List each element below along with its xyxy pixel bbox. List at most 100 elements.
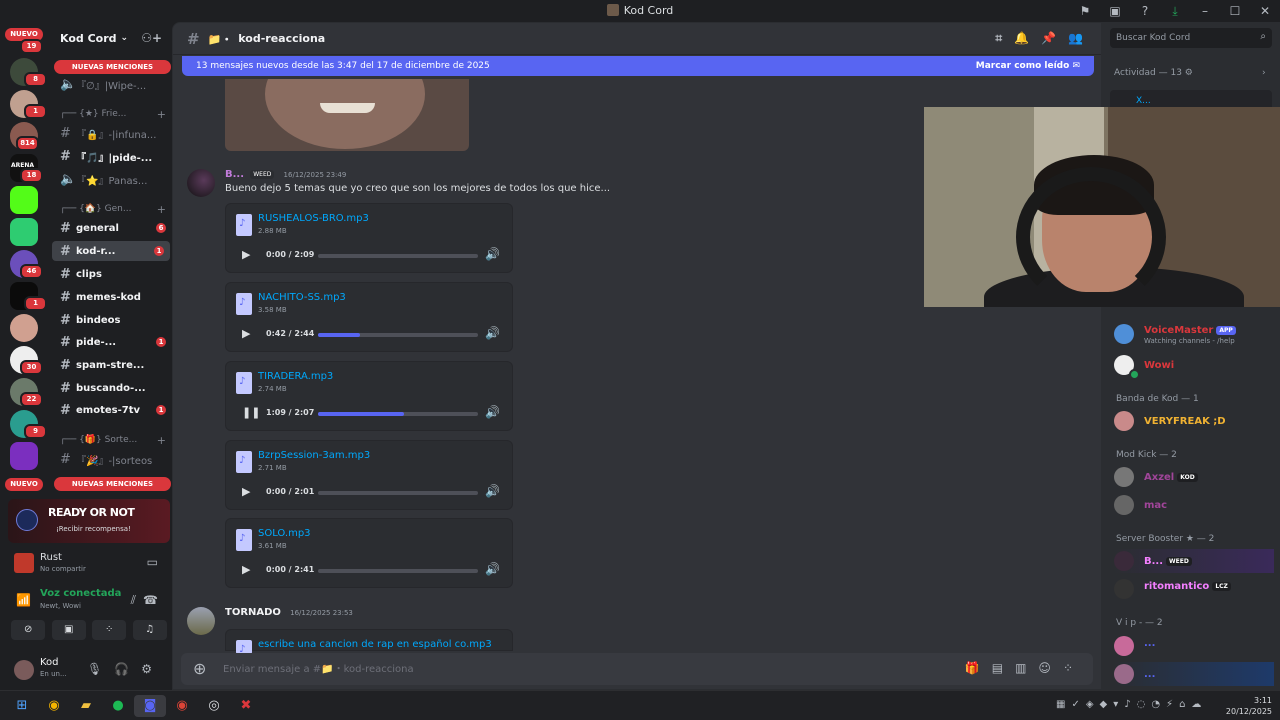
plus-icon[interactable]: + — [157, 434, 166, 447]
member-item[interactable]: ... — [1114, 634, 1274, 658]
server-icon[interactable] — [10, 218, 38, 246]
channel-spam[interactable]: # spam-stre... — [48, 355, 172, 375]
system-tray[interactable]: ▦✓◈◆▾♪◌◔⚡⌂☁ — [1056, 699, 1207, 710]
play-icon[interactable]: ▶ — [242, 563, 250, 576]
pin-icon[interactable]: 📌 — [1041, 31, 1068, 45]
server-header[interactable]: Kod Cord ⌄ ⚇+ — [48, 22, 172, 54]
volume-icon[interactable]: 🔊 — [485, 326, 500, 340]
message-author[interactable]: TORNADO — [225, 607, 281, 618]
game-promo-banner[interactable]: READY OR NOT ¡Recibir recompensa! — [8, 499, 170, 543]
volume-icon[interactable]: 🔊 — [485, 484, 500, 498]
noise-suppression-icon[interactable]: ⫽ — [131, 593, 136, 608]
bell-icon[interactable]: 🔔 — [1014, 31, 1041, 45]
avatar[interactable] — [187, 607, 215, 635]
sticker-icon[interactable]: ▥ — [1015, 661, 1038, 675]
inbox-icon[interactable]: ⚑ — [1070, 4, 1100, 18]
stream-icon[interactable]: ▭ — [147, 555, 158, 569]
category-friends[interactable]: ┌── {★} Frie... + — [60, 108, 170, 121]
threads-icon[interactable]: ⌗ — [995, 31, 1014, 45]
channel-item[interactable]: 🔈 『∅』|Wipe-... — [48, 74, 172, 94]
members-icon[interactable]: 👥 — [1068, 31, 1095, 45]
channel-bindeos[interactable]: # bindeos — [48, 310, 172, 330]
new-mentions-bottom[interactable]: NUEVAS MENCIONES — [54, 477, 171, 491]
spotify-icon[interactable]: ● — [102, 695, 134, 717]
channel-clips[interactable]: # clips — [48, 264, 172, 284]
new-badge-bottom[interactable]: NUEVO — [5, 478, 43, 491]
emoji-icon[interactable]: ☺ — [1038, 661, 1063, 675]
channel-item[interactable]: # 『🔒』-|infuna... — [48, 123, 172, 143]
avatar[interactable] — [14, 660, 34, 680]
audio-progress[interactable] — [318, 333, 478, 337]
minimize-button[interactable]: – — [1190, 4, 1220, 18]
volume-icon[interactable]: 🔊 — [485, 562, 500, 576]
play-icon[interactable]: ▶ — [242, 327, 250, 340]
channel-general[interactable]: # general 6 — [48, 218, 172, 238]
category-sorteos[interactable]: ┌── {🎁} Sorte... + — [60, 434, 170, 447]
gift-icon[interactable]: 🎁 — [965, 661, 992, 675]
camera-off-icon[interactable]: ⊘ — [11, 620, 46, 640]
pause-icon[interactable]: ❚❚ — [242, 406, 260, 419]
server-icon-kick[interactable] — [10, 186, 38, 214]
channel-memes[interactable]: # memes-kod — [48, 287, 172, 307]
audio-progress[interactable] — [318, 254, 478, 258]
add-member-icon[interactable]: ⚇+ — [141, 31, 162, 45]
soundboard-icon[interactable]: ♫ — [132, 620, 167, 640]
member-item[interactable]: VoiceMaster APP Watching channels - /help — [1114, 322, 1274, 346]
member-item[interactable]: ... — [1114, 662, 1274, 686]
channel-item[interactable]: 🔈 『⭐』Panas... — [48, 169, 172, 189]
audio-progress[interactable] — [318, 491, 478, 495]
new-mentions-top[interactable]: NUEVAS MENCIONES — [54, 60, 171, 74]
windows-start-icon[interactable]: ⊞ — [6, 695, 38, 717]
activity-header[interactable]: Actividad — 13 ⚙ › — [1114, 68, 1266, 78]
plus-icon[interactable]: + — [157, 203, 166, 216]
volume-icon[interactable]: 🔊 — [485, 405, 500, 419]
download-icon[interactable]: ⤓ — [1160, 4, 1190, 19]
maximize-button[interactable]: ☐ — [1220, 4, 1250, 18]
new-messages-banner[interactable]: 13 mensajes nuevos desde las 3:47 del 17… — [182, 56, 1094, 76]
add-attachment-button[interactable]: ⊕ — [193, 659, 206, 678]
volume-icon[interactable]: 🔊 — [485, 247, 500, 261]
app-icon[interactable]: ✖ — [230, 695, 262, 717]
member-item[interactable]: VERYFREAK ;D — [1114, 409, 1274, 433]
audio-progress[interactable] — [318, 569, 478, 573]
activities-icon[interactable]: ⁘ — [92, 620, 127, 640]
chevron-right-icon[interactable]: › — [1262, 68, 1266, 78]
channel-emotes[interactable]: # emotes-7tv 1 — [48, 400, 172, 420]
server-icon[interactable] — [10, 442, 38, 470]
message-input[interactable] — [223, 661, 823, 677]
avatar[interactable] — [187, 169, 215, 197]
play-icon[interactable]: ▶ — [242, 248, 250, 261]
member-item[interactable]: Wowi — [1114, 353, 1274, 380]
member-item[interactable]: Axzel KOD — [1114, 465, 1274, 489]
disconnect-icon[interactable]: ☎ — [143, 593, 158, 607]
channel-buscando[interactable]: # buscando-... — [48, 378, 172, 398]
play-icon[interactable]: ▶ — [242, 485, 250, 498]
gif-icon[interactable]: ▤ — [992, 661, 1015, 675]
server-icon[interactable] — [10, 314, 38, 342]
apps-icon[interactable]: ⁘ — [1063, 661, 1085, 675]
microphone-icon[interactable]: 🎙 — [87, 662, 114, 676]
member-item[interactable]: B... WEED — [1114, 549, 1274, 573]
message-author[interactable]: B... — [225, 169, 244, 180]
headphones-icon[interactable]: 🎧 — [114, 662, 141, 676]
obs-icon[interactable]: ◎ — [198, 695, 230, 717]
channel-pide[interactable]: # pide-... 1 — [48, 332, 172, 352]
screen-icon[interactable]: ▣ — [1100, 4, 1130, 18]
gear-icon[interactable]: ⚙ — [141, 662, 164, 676]
help-icon[interactable]: ? — [1130, 4, 1160, 18]
channel-sorteos[interactable]: # 『🎉』-|sorteos — [48, 449, 172, 469]
audio-progress[interactable] — [318, 412, 478, 416]
image-attachment[interactable] — [225, 79, 469, 151]
mark-as-read-button[interactable]: Marcar como leído ✉ — [976, 56, 1080, 76]
member-item[interactable]: mac — [1114, 493, 1274, 517]
channel-kod-reacciona[interactable]: # kod-r... 1 — [52, 241, 170, 261]
taskbar-clock[interactable]: 3:11 20/12/2025 — [1226, 695, 1272, 717]
chrome-icon[interactable]: ◉ — [38, 695, 70, 717]
chrome-icon[interactable]: ◉ — [166, 695, 198, 717]
close-button[interactable]: ✕ — [1250, 4, 1280, 18]
category-general[interactable]: ┌── {🏠} Gen... + — [60, 203, 170, 216]
plus-icon[interactable]: + — [157, 108, 166, 121]
discord-icon[interactable]: ◙ — [134, 695, 166, 717]
member-item[interactable]: ritomantico LCZ — [1114, 577, 1274, 601]
screen-share-icon[interactable]: ▣ — [51, 620, 86, 640]
